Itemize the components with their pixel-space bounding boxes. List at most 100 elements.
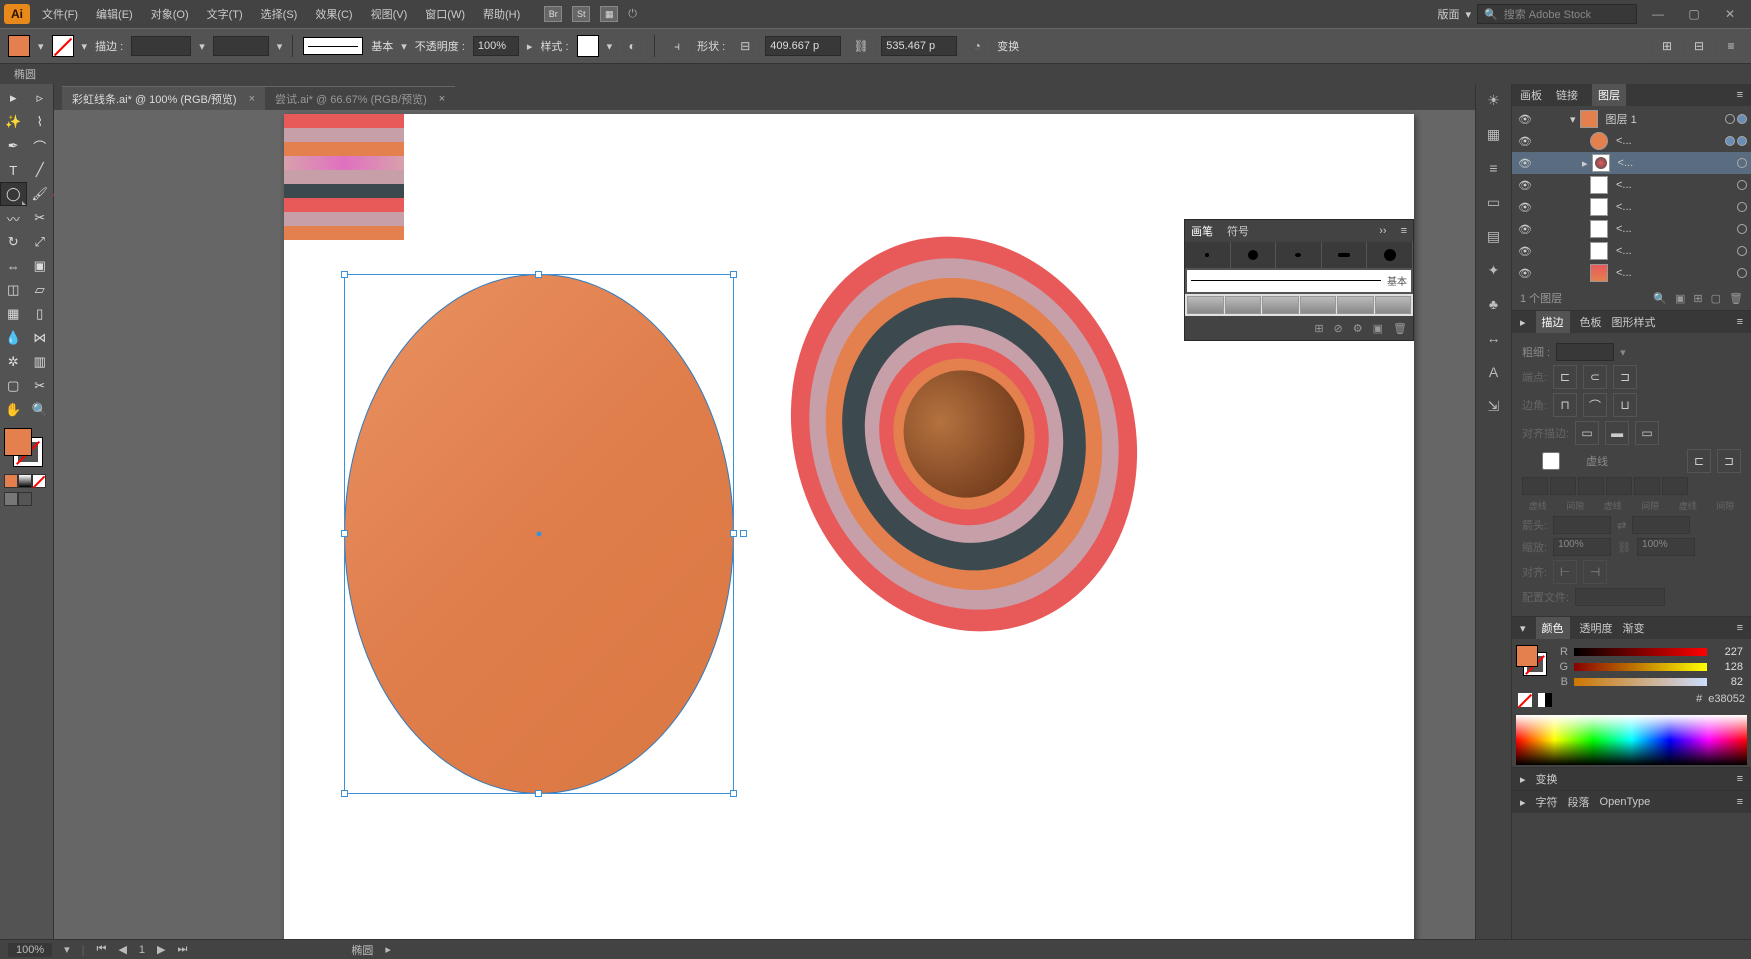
stroke-swatch[interactable]	[52, 35, 74, 57]
resize-handle[interactable]	[730, 530, 737, 537]
join-miter-icon[interactable]: ⊓	[1553, 393, 1577, 417]
resize-handle[interactable]	[535, 271, 542, 278]
brush-thumb[interactable]	[1262, 296, 1299, 314]
symbols-icon[interactable]: ♣	[1484, 294, 1504, 314]
artboard-next[interactable]: ▶	[157, 943, 165, 956]
swatches-tab[interactable]: 色板	[1580, 314, 1602, 330]
color-tab[interactable]: 颜色	[1536, 617, 1570, 639]
bridge-icon[interactable]: Br	[544, 6, 562, 22]
fill-swatch[interactable]	[8, 35, 30, 57]
type-tool[interactable]: T	[0, 158, 27, 182]
menu-type[interactable]: 文字(T)	[203, 4, 247, 24]
brush-dot-2[interactable]	[1231, 242, 1277, 268]
options-icon[interactable]: ⚙	[1353, 322, 1363, 335]
menu-view[interactable]: 视图(V)	[367, 4, 412, 24]
layers-tab[interactable]: 图层	[1592, 84, 1626, 106]
resize-handle[interactable]	[341, 790, 348, 797]
sublayer[interactable]: 👁<...	[1512, 218, 1751, 240]
paintbrush-tool[interactable]: 🖌	[27, 182, 53, 206]
g-value[interactable]: 128	[1713, 661, 1743, 673]
fill-color[interactable]	[1516, 645, 1538, 667]
brush-dd-icon[interactable]: ▾	[401, 40, 407, 53]
align-outside-icon[interactable]: ▭	[1635, 421, 1659, 445]
panel-menu-icon[interactable]: ≡	[1737, 773, 1743, 785]
shaper-tool[interactable]: 〰	[0, 206, 27, 230]
hand-tool[interactable]: ✋	[0, 398, 27, 422]
dash-field[interactable]	[1578, 477, 1604, 495]
magic-wand-tool[interactable]: ✨	[0, 110, 27, 134]
pie-start-icon[interactable]: ◔	[965, 34, 989, 58]
none-color-icon[interactable]	[32, 474, 46, 488]
artboard-prev-first[interactable]: ⏮	[97, 943, 107, 956]
transparency-tab[interactable]: 透明度	[1580, 620, 1613, 636]
visibility-icon[interactable]: 👁	[1516, 135, 1534, 148]
cap-square-icon[interactable]: ⊐	[1613, 365, 1637, 389]
panel-collapse-icon[interactable]: ››	[1379, 225, 1386, 237]
power-icon[interactable]: ⏻	[628, 8, 637, 21]
sublayer-selected[interactable]: 👁 ▸ <...	[1512, 152, 1751, 174]
character-tab[interactable]: 字符	[1536, 794, 1558, 810]
solid-color-icon[interactable]	[4, 474, 18, 488]
sublayer[interactable]: 👁 <...	[1512, 130, 1751, 152]
target-icon[interactable]	[1737, 202, 1747, 212]
export-icon[interactable]: ⇲	[1484, 396, 1504, 416]
color-fill-stroke[interactable]	[1516, 645, 1546, 675]
layer-name[interactable]: <...	[1612, 223, 1733, 235]
profile-select[interactable]	[1575, 588, 1665, 606]
visibility-icon[interactable]: 👁	[1516, 113, 1534, 126]
brush-dot-1[interactable]	[1185, 242, 1231, 268]
artboard-number[interactable]: 1	[139, 944, 145, 956]
panel-menu-icon[interactable]: ≡	[1719, 34, 1743, 58]
resize-handle[interactable]	[341, 530, 348, 537]
sublayer[interactable]: 👁<...	[1512, 262, 1751, 284]
status-more-icon[interactable]: ▸	[385, 943, 391, 956]
remove-stroke-icon[interactable]: ⊘	[1334, 322, 1343, 335]
b-value[interactable]: 82	[1713, 676, 1743, 688]
brushes-panel[interactable]: 画笔 符号 ›› ≡ 基本	[1184, 219, 1414, 341]
gradient-tool[interactable]: ▯	[27, 302, 54, 326]
brush-thumb[interactable]	[1300, 296, 1337, 314]
zoom-tool[interactable]: 🔍	[27, 398, 54, 422]
align-inside-icon[interactable]: ▬	[1605, 421, 1629, 445]
visibility-icon[interactable]: 👁	[1516, 245, 1534, 258]
expand-icon[interactable]: ▸	[1582, 157, 1588, 170]
brush-dot-4[interactable]	[1322, 242, 1368, 268]
close-tab-icon[interactable]: ×	[249, 93, 255, 105]
panel-menu-icon[interactable]: ≡	[1737, 89, 1743, 101]
g-slider[interactable]	[1574, 663, 1707, 671]
menu-help[interactable]: 帮助(H)	[479, 4, 524, 24]
align-icon[interactable]: ⫞	[665, 34, 689, 58]
brush-thumb[interactable]	[1337, 296, 1374, 314]
panel-menu-icon[interactable]: ≡	[1737, 796, 1743, 808]
sublayer[interactable]: 👁<...	[1512, 240, 1751, 262]
link-icon[interactable]: ⛓	[849, 34, 873, 58]
brush-thumb[interactable]	[1375, 296, 1412, 314]
shape-builder-tool[interactable]: ◫	[0, 278, 27, 302]
stroke-tab[interactable]: 描边	[1536, 311, 1570, 333]
perspective-tool[interactable]: ▱	[27, 278, 54, 302]
layer-name[interactable]: <...	[1612, 201, 1733, 213]
slice-tool[interactable]: ✂	[27, 374, 54, 398]
eyedropper-tool[interactable]: 💧	[0, 326, 27, 350]
visibility-icon[interactable]: 👁	[1516, 201, 1534, 214]
layer-name[interactable]: <...	[1612, 267, 1733, 279]
screen-mode-icon-2[interactable]	[18, 492, 32, 506]
new-layer-icon[interactable]: ▢	[1711, 292, 1721, 305]
layer-root[interactable]: 👁 ▾ 图层 1	[1512, 108, 1751, 130]
brush-dot-3[interactable]	[1276, 242, 1322, 268]
document-tab-2[interactable]: 尝试.ai* @ 66.67% (RGB/预览)×	[265, 86, 455, 110]
character-icon[interactable]: A	[1484, 362, 1504, 382]
arrow-scale-2[interactable]: 100%	[1637, 538, 1695, 556]
resize-handle[interactable]	[535, 790, 542, 797]
menu-window[interactable]: 窗口(W)	[421, 4, 469, 24]
hex-value[interactable]: e38052	[1708, 693, 1745, 707]
lasso-tool[interactable]: ⌇	[27, 110, 54, 134]
brushes-tab[interactable]: 画笔	[1191, 223, 1213, 239]
none-swatch[interactable]	[1518, 693, 1532, 707]
expand-icon[interactable]: ▾	[1570, 113, 1576, 126]
document-tab-1[interactable]: 彩虹线条.ai* @ 100% (RGB/预览)×	[62, 86, 265, 110]
artboards-tab[interactable]: 画板	[1520, 87, 1542, 103]
properties-icon[interactable]: ▦	[1484, 124, 1504, 144]
dash-field[interactable]	[1634, 477, 1660, 495]
stroke-weight-field[interactable]	[1556, 343, 1614, 361]
